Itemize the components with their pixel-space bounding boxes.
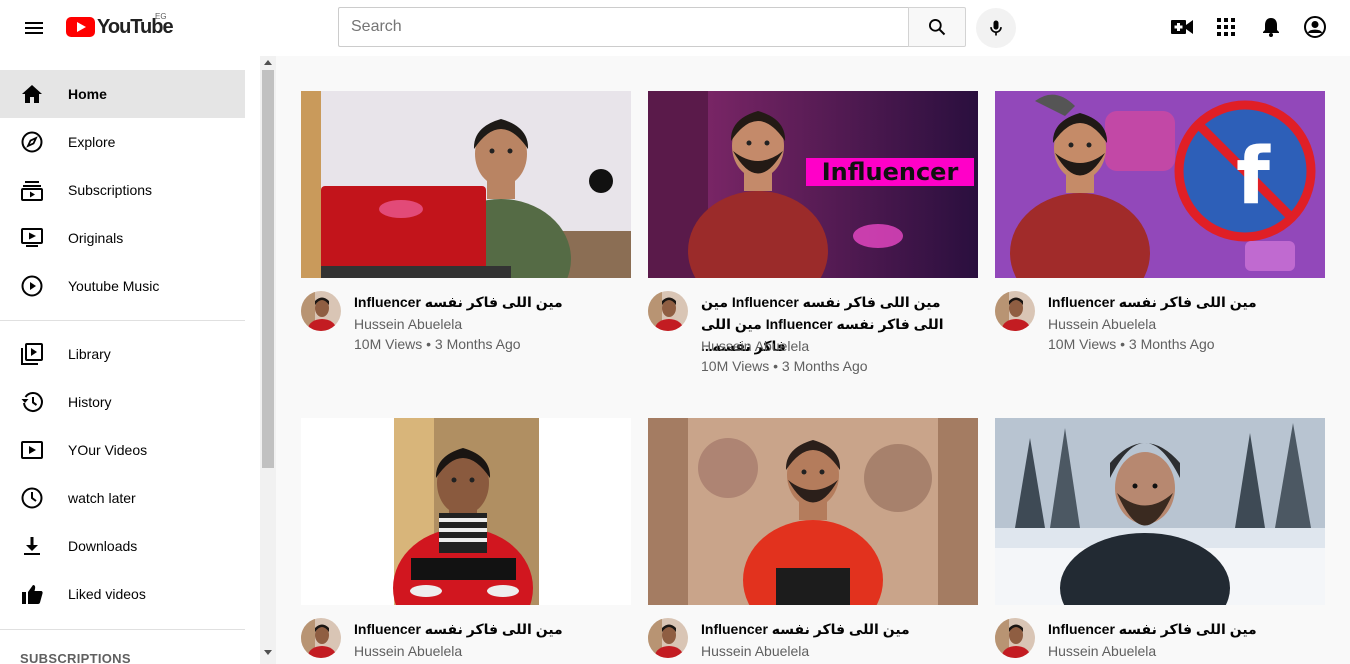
channel-avatar[interactable] [301,291,341,331]
channel-avatar[interactable] [648,291,688,331]
sidebar-item-label: Explore [68,134,116,150]
search-button[interactable] [908,7,966,47]
sidebar-item-subscriptions[interactable]: Subscriptions [0,166,245,214]
your-videos-icon [20,438,44,462]
youtube-play-icon [66,17,95,37]
video-title[interactable]: مين اللى فاكر نفسه Influencer [701,618,969,640]
video-meta: 10M Views • 3 Months Ago [701,358,868,374]
video-thumbnail[interactable]: f [995,91,1325,278]
video-title[interactable]: مين اللى فاكر نفسه Influencer [354,291,622,313]
apps-button[interactable] [1211,12,1241,42]
video-title[interactable]: مين اللى فاكر نفسه Influencer [1048,618,1316,640]
video-thumbnail[interactable] [301,418,631,605]
channel-avatar[interactable] [301,618,341,658]
sidebar-item-downloads[interactable]: Downloads [0,522,245,570]
channel-name[interactable]: Hussein Abuelela [701,338,809,354]
account-circle-icon [1304,16,1326,38]
play-circle-icon [20,274,44,298]
originals-icon [20,226,44,250]
sidebar-item-label: watch later [68,490,136,506]
channel-name[interactable]: Hussein Abuelela [701,643,809,659]
channel-name[interactable]: Hussein Abuelela [354,643,462,659]
search-box [338,7,909,47]
channel-avatar[interactable] [995,618,1035,658]
video-card[interactable]: مين اللى فاكر نفسه Influencer Hussein Abu… [995,418,1325,659]
sidebar-item-label: YOur Videos [68,442,148,458]
account-button[interactable] [1300,12,1330,42]
sidebar-item-originals[interactable]: Originals [0,214,245,262]
history-icon [20,390,44,414]
sidebar-library-section: Library History YOur Videos watch later Down… [0,330,245,618]
video-thumbnail[interactable] [995,418,1325,605]
sidebar-item-label: Liked videos [68,586,146,602]
video-card[interactable]: مين اللى فاكر نفسه Influencer Hussein Abu… [301,418,631,659]
sidebar-item-label: Youtube Music [68,278,160,294]
sidebar-item-youtube-music[interactable]: Youtube Music [0,262,245,310]
sidebar-item-your-videos[interactable]: YOur Videos [0,426,245,474]
subscriptions-icon [20,178,44,202]
channel-name[interactable]: Hussein Abuelela [1048,643,1156,659]
voice-search-button[interactable] [976,8,1016,48]
apps-grid-icon [1217,18,1235,36]
video-thumbnail[interactable] [648,418,978,605]
sidebar-item-label: Library [68,346,111,362]
svg-text:f: f [1236,132,1271,222]
video-thumbnail[interactable] [301,91,631,278]
sidebar-item-watch-later[interactable]: watch later [0,474,245,522]
sidebar-item-history[interactable]: History [0,378,245,426]
influencer-overlay-text: Influencer [822,158,959,186]
sidebar-item-library[interactable]: Library [0,330,245,378]
sidebar-scrollbar-thumb[interactable] [262,70,274,468]
video-card[interactable]: Influencer مين اللى فاكر نفسه Influencer… [648,91,978,374]
download-icon [20,534,44,558]
video-card[interactable]: f مين اللى فاكر نفسه Influencer Hussein A… [995,91,1325,352]
sidebar-divider [0,629,245,630]
subscriptions-heading: SUBSCRIPTIONS [20,651,131,664]
thumbs-up-icon [20,582,44,606]
sidebar-item-explore[interactable]: Explore [0,118,245,166]
sidebar-item-label: Subscriptions [68,182,153,198]
compass-icon [20,130,44,154]
sidebar-item-liked-videos[interactable]: Liked videos [0,570,245,618]
video-meta: 10M Views • 3 Months Ago [1048,336,1215,352]
channel-avatar[interactable] [648,618,688,658]
sidebar-item-home[interactable]: Home [0,70,245,118]
video-card[interactable]: مين اللى فاكر نفسه Influencer Hussein Abu… [648,418,978,659]
search-input[interactable] [339,8,909,46]
country-code: EG [155,12,167,21]
top-header: YouTube EG [0,0,1350,56]
sidebar: Home Explore Subscriptions Originals Youtube… [0,56,260,664]
video-meta: 10M Views • 3 Months Ago [354,336,521,352]
search-icon [929,19,946,36]
bell-icon [1263,18,1279,37]
sidebar-item-label: History [68,394,112,410]
video-title[interactable]: مين اللى فاكر نفسه Influencer [1048,291,1316,313]
home-icon [20,82,44,106]
microphone-icon [990,20,1002,36]
channel-name[interactable]: Hussein Abuelela [354,316,462,332]
video-title[interactable]: مين اللى فاكر نفسه Influencer [354,618,622,640]
video-card[interactable]: مين اللى فاكر نفسه Influencer Hussein Abu… [301,91,631,352]
sidebar-item-label: Home [68,86,107,102]
channel-name[interactable]: Hussein Abuelela [1048,316,1156,332]
sidebar-item-label: Downloads [68,538,138,554]
sidebar-divider [0,320,245,321]
create-video-button[interactable] [1167,12,1197,42]
video-thumbnail[interactable]: Influencer [648,91,978,278]
library-icon [20,342,44,366]
notifications-button[interactable] [1256,12,1286,42]
sidebar-main-section: Home Explore Subscriptions Originals Youtube… [0,70,245,310]
scroll-down-arrow-icon[interactable] [264,650,272,655]
video-camera-plus-icon [1171,20,1193,34]
hamburger-icon[interactable] [16,10,52,46]
scroll-up-arrow-icon[interactable] [264,60,272,65]
sidebar-item-label: Originals [68,230,124,246]
clock-icon [20,486,44,510]
channel-avatar[interactable] [995,291,1035,331]
